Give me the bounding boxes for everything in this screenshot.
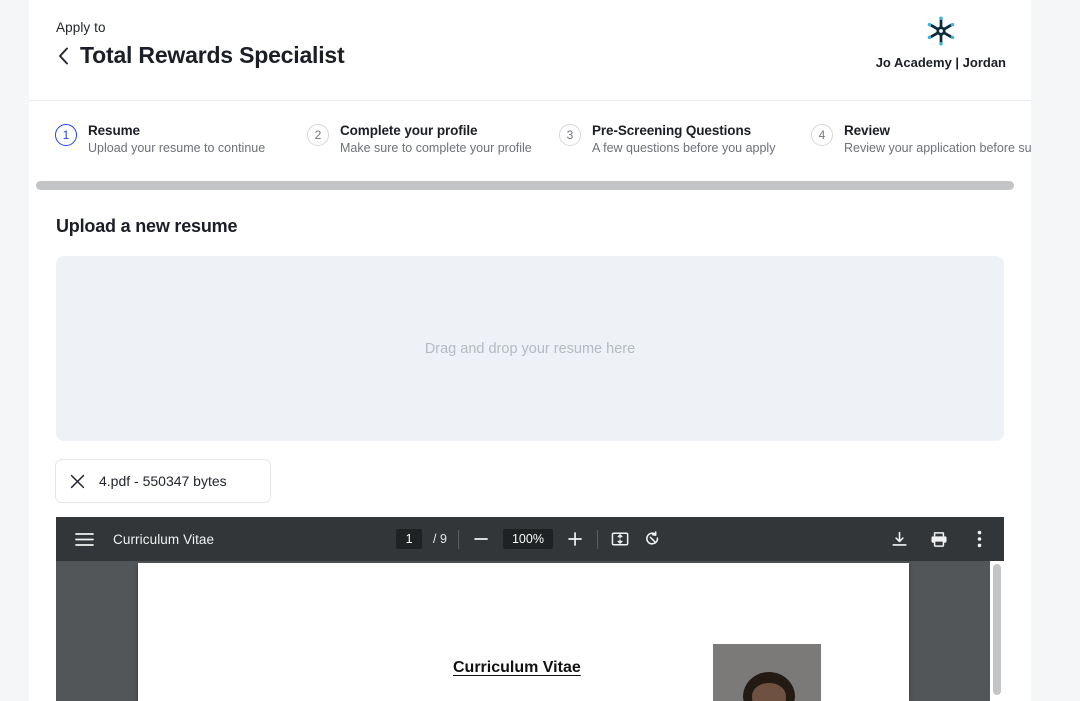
uploaded-file-chip: 4.pdf - 550347 bytes: [55, 459, 271, 503]
step-title: Complete your profile: [340, 123, 478, 138]
minus-icon[interactable]: [470, 528, 492, 550]
step-item-complete-profile[interactable]: 2 Complete your profile Make sure to com…: [307, 123, 559, 155]
step-subtitle: Make sure to complete your profile: [340, 141, 532, 155]
pdf-page-number-input[interactable]: 1: [396, 529, 423, 549]
step-subtitle: A few questions before you apply: [592, 141, 776, 155]
print-icon[interactable]: [928, 528, 950, 550]
step-number: 1: [55, 124, 77, 146]
page-title-row: Total Rewards Specialist: [56, 42, 345, 69]
step-number: 4: [811, 124, 833, 146]
toolbar-divider: [457, 529, 459, 549]
pdf-page-total: / 9: [433, 532, 447, 546]
pdf-toolbar: Curriculum Vitae 1 / 9 100%: [56, 517, 1004, 561]
step-title: Review: [844, 123, 890, 138]
resume-upload-section: Upload a new resume Drag and drop your r…: [29, 194, 1031, 701]
stepper-card: 1 Resume Upload your resume to continue …: [29, 101, 1031, 177]
photo-face-shape: [752, 683, 786, 701]
step-title: Resume: [88, 123, 140, 138]
step-number: 2: [307, 124, 329, 146]
dropzone-placeholder: Drag and drop your resume here: [424, 340, 636, 357]
step-item-review[interactable]: 4 Review Review your application before …: [811, 123, 1031, 155]
fit-to-page-icon[interactable]: [609, 528, 631, 550]
horizontal-scrollbar-track[interactable]: [29, 177, 1031, 194]
step-number: 3: [559, 124, 581, 146]
snowflake-asterisk-logo: [927, 16, 955, 46]
pdf-document-name: Curriculum Vitae: [113, 531, 215, 547]
brand-name: Jo Academy | Jordan: [875, 55, 1006, 70]
resume-dropzone[interactable]: Drag and drop your resume here: [56, 256, 1004, 441]
close-icon[interactable]: [70, 474, 85, 489]
application-page: Apply to Total Rewards Specialist Jo Aca…: [0, 0, 1080, 701]
pdf-page-1: Curriculum Vitae: [138, 563, 909, 701]
page-title: Total Rewards Specialist: [80, 42, 345, 68]
step-subtitle: Review your application before submitt: [844, 141, 1031, 155]
header-card: Apply to Total Rewards Specialist Jo Aca…: [29, 0, 1031, 101]
chevron-left-icon[interactable]: [56, 43, 70, 69]
brand-block: Jo Academy | Jordan: [876, 14, 1006, 70]
stepper: 1 Resume Upload your resume to continue …: [29, 101, 1031, 155]
rotate-icon[interactable]: [642, 528, 664, 550]
apply-to-label: Apply to: [56, 20, 106, 35]
plus-icon[interactable]: [564, 528, 586, 550]
pdf-viewer: Curriculum Vitae 1 / 9 100% Curriculum V…: [56, 517, 1004, 701]
pdf-page-stage: Curriculum Vitae: [56, 561, 1004, 701]
pdf-vertical-scrollbar-thumb[interactable]: [993, 564, 1001, 695]
pdf-vertical-scrollbar-track[interactable]: [990, 561, 1004, 701]
horizontal-scrollbar-thumb[interactable]: [36, 181, 1014, 190]
cv-heading: Curriculum Vitae: [453, 659, 581, 676]
section-title: Upload a new resume: [56, 216, 238, 236]
applicant-photo: [713, 644, 821, 701]
step-item-resume[interactable]: 1 Resume Upload your resume to continue: [55, 123, 307, 155]
uploaded-file-name: 4.pdf - 550347 bytes: [99, 473, 227, 489]
hamburger-menu-icon[interactable]: [73, 528, 95, 550]
pdf-zoom-level[interactable]: 100%: [502, 529, 553, 549]
step-item-pre-screening[interactable]: 3 Pre-Screening Questions A few question…: [559, 123, 811, 155]
kebab-menu-icon[interactable]: [968, 528, 990, 550]
step-subtitle: Upload your resume to continue: [88, 141, 266, 155]
download-icon[interactable]: [888, 528, 910, 550]
toolbar-divider: [596, 529, 598, 549]
step-title: Pre-Screening Questions: [592, 123, 751, 138]
